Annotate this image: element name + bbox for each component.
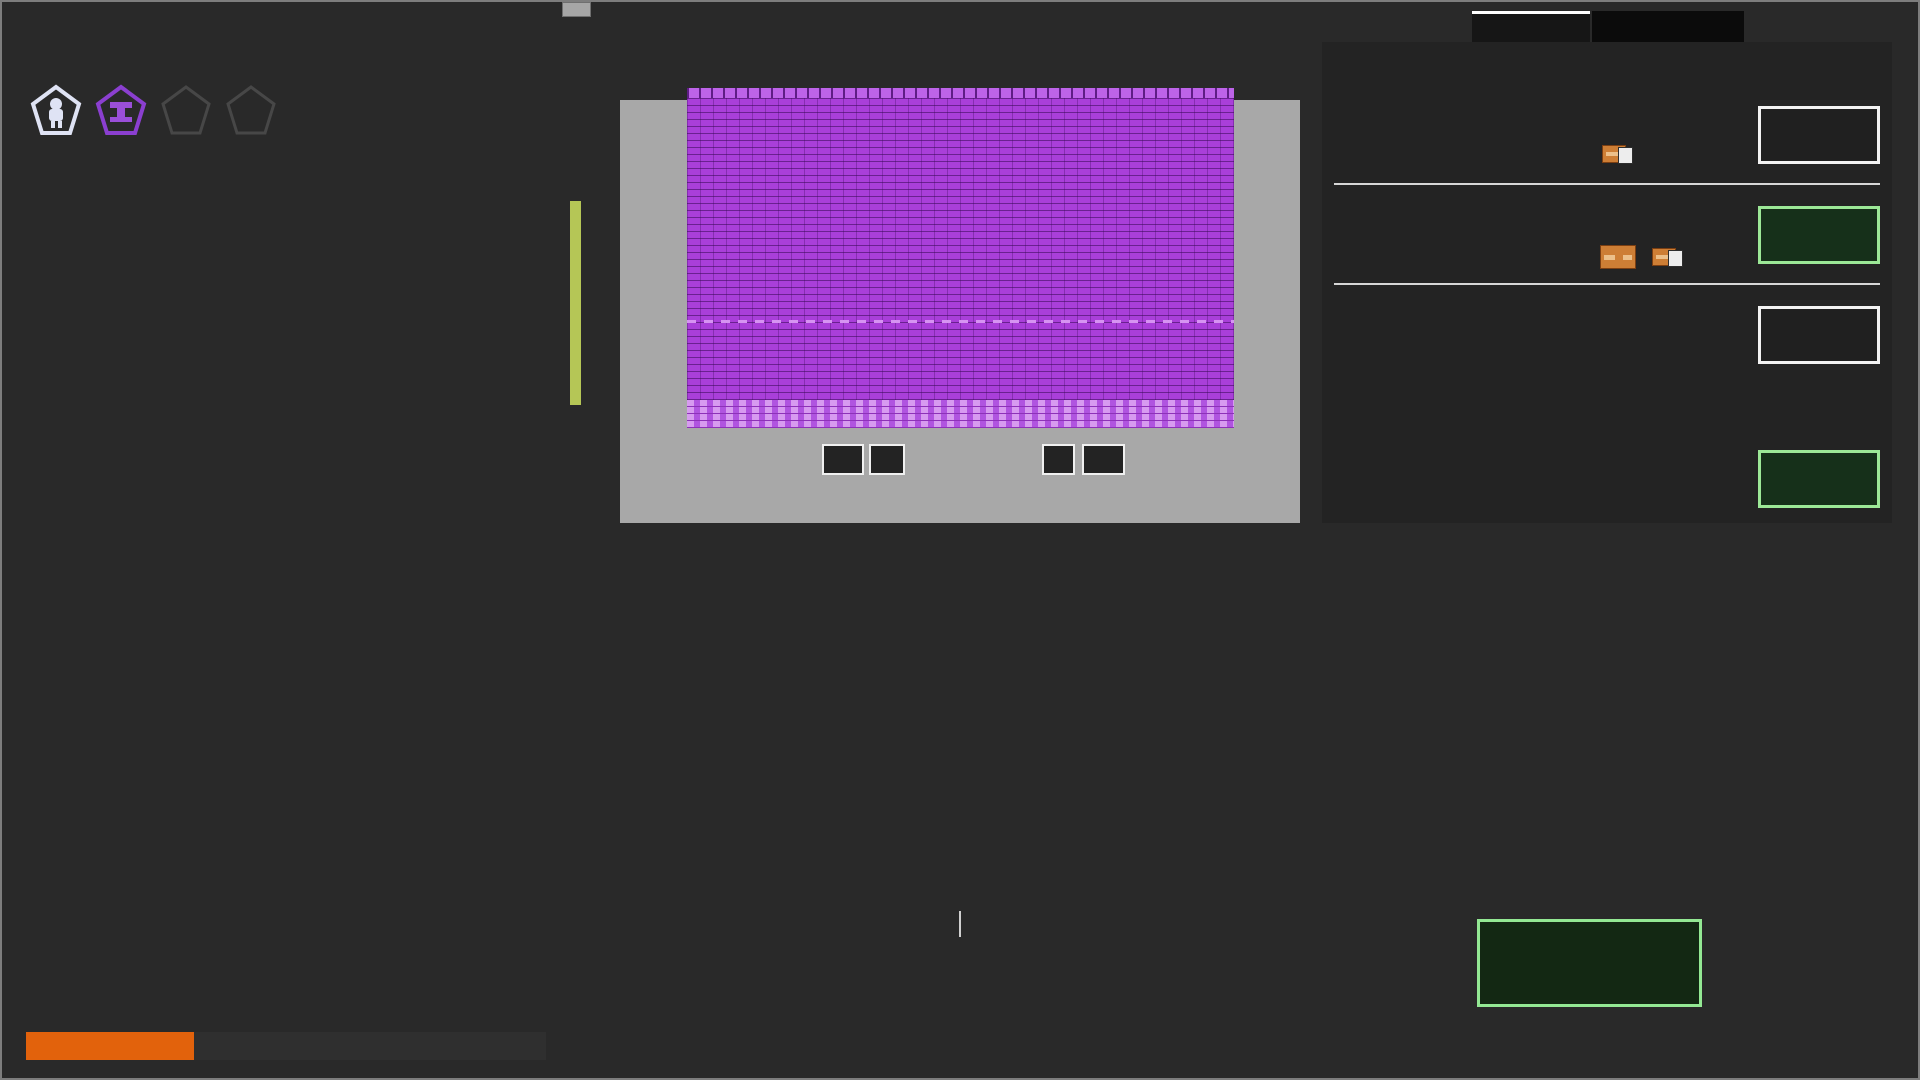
slot-customer-pentagon-icon[interactable] xyxy=(30,84,82,136)
popularity-progress-fill xyxy=(26,1032,194,1060)
momentum-slider-track[interactable] xyxy=(570,201,581,405)
crate-question-icon xyxy=(1602,145,1626,163)
game-screen xyxy=(0,0,1920,1080)
business-slots xyxy=(30,84,277,136)
price-minus-10pct-button[interactable] xyxy=(822,444,864,475)
panel-divider xyxy=(1334,183,1880,185)
supplier-upgrade-button[interactable] xyxy=(1758,106,1880,164)
stock-bottom-band xyxy=(687,400,1234,428)
stock-top-edge xyxy=(687,88,1234,98)
price-plus-1-button[interactable] xyxy=(1042,444,1075,475)
sell-business-button[interactable] xyxy=(1477,919,1702,1007)
stock-fill xyxy=(687,88,1234,428)
crowd-divider-tick xyxy=(959,911,961,937)
crate-icon xyxy=(1600,245,1636,269)
upgrades-panel xyxy=(1322,42,1892,523)
stock-dashed-line xyxy=(687,320,1234,323)
money-pile-canvas xyxy=(27,217,527,517)
momentum-slider-handle[interactable] xyxy=(562,2,591,17)
slot-empty-pentagon-icon[interactable] xyxy=(225,84,277,136)
marketing-button[interactable] xyxy=(1758,450,1880,508)
quality-upgrade-button[interactable] xyxy=(1758,306,1880,364)
price-plus-10pct-button[interactable] xyxy=(1082,444,1125,475)
restock-upgrade-button[interactable] xyxy=(1758,206,1880,264)
customer-crowd-canvas xyxy=(2,574,1920,922)
panel-divider xyxy=(1334,283,1880,285)
popularity-progress-track xyxy=(26,1032,546,1060)
stock-panel xyxy=(620,100,1300,523)
tab-achievements[interactable] xyxy=(1592,11,1744,42)
crate-question-icon xyxy=(1652,248,1676,266)
slot-empty-pentagon-icon[interactable] xyxy=(160,84,212,136)
slot-product-pentagon-icon[interactable] xyxy=(95,84,147,136)
price-minus-1-button[interactable] xyxy=(869,444,905,475)
tab-upgrades[interactable] xyxy=(1472,11,1590,42)
